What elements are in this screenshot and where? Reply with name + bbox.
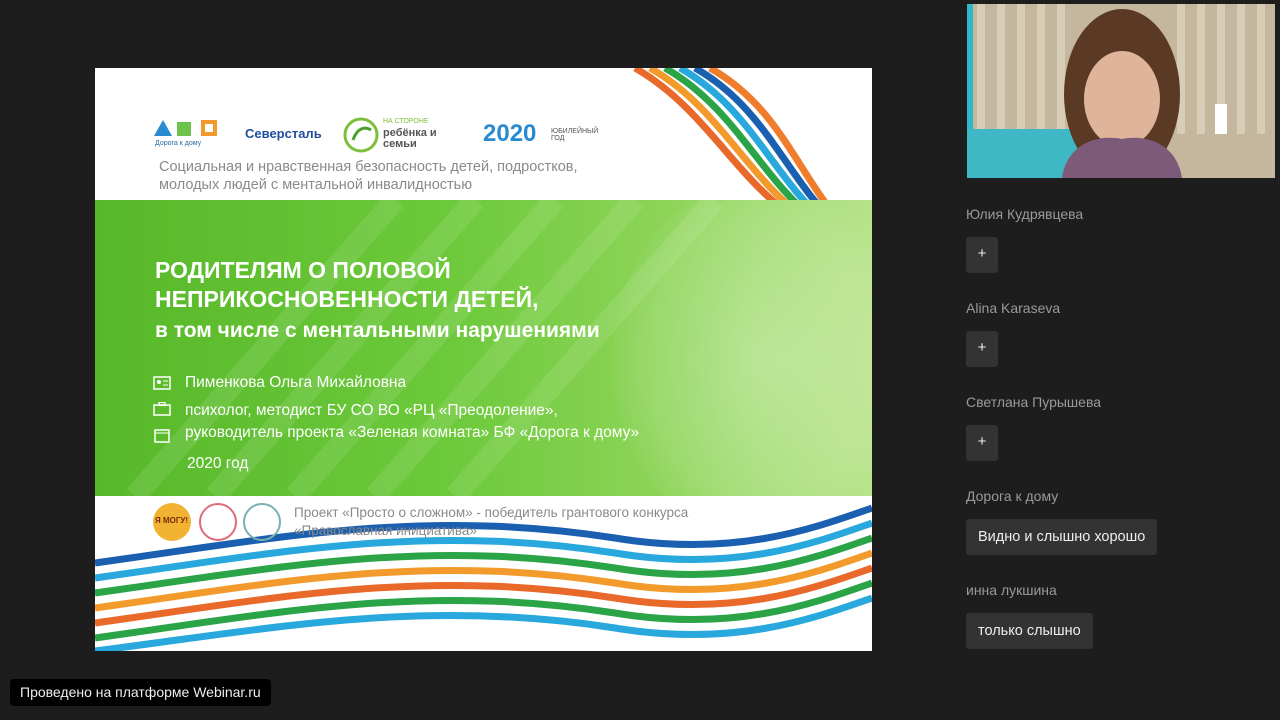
participant-name: инна лукшина xyxy=(966,582,1057,598)
add-participant-button[interactable]: + xyxy=(966,237,998,273)
participant-message[interactable]: Видно и слышно хорошо xyxy=(966,519,1158,555)
dove-logo xyxy=(243,503,281,541)
slide-year: 2020 год xyxy=(187,455,249,472)
hearts-logo xyxy=(199,503,237,541)
speaker-video[interactable] xyxy=(967,4,1275,178)
participant-message[interactable]: только слышно xyxy=(966,613,1093,649)
participant-name: Дорога к дому xyxy=(966,488,1059,504)
severstal-logo: Северсталь xyxy=(245,126,322,141)
child-photo-overlay xyxy=(612,200,872,496)
title-line-3: в том числе с ментальными нарушениями xyxy=(155,319,600,342)
na-storone-logo: НА СТОРОНЕ ребёнка и семьи xyxy=(343,116,463,156)
slide-footer: Проект «Просто о сложном» - победитель г… xyxy=(294,504,764,540)
author-name: Пименкова Ольга Михайловна xyxy=(185,374,407,391)
author-position-2: руководитель проекта «Зеленая комната» Б… xyxy=(185,424,640,441)
add-participant-button[interactable]: + xyxy=(966,425,998,461)
title-band: РОДИТЕЛЯМ О ПОЛОВОЙ НЕПРИКОСНОВЕННОСТИ Д… xyxy=(95,200,872,496)
speaker-video-frame xyxy=(967,4,1275,178)
participant-name: Alina Karaseva xyxy=(966,300,1061,316)
ya-mogu-logo: Я МОГУ! xyxy=(153,503,191,541)
footer-line-2: «Православная инициатива» xyxy=(294,523,477,538)
title-line-1: РОДИТЕЛЯМ О ПОЛОВОЙ xyxy=(155,257,451,283)
calendar-icon xyxy=(154,429,170,443)
add-participant-button[interactable]: + xyxy=(966,331,998,367)
author-position-1: психолог, методист БУ СО ВО «РЦ «Преодол… xyxy=(185,402,558,419)
id-card-icon xyxy=(153,376,171,390)
participant-name: Юлия Кудрявцева xyxy=(966,206,1084,222)
briefcase-icon xyxy=(153,402,171,416)
slide-subtitle: Социальная и нравственная безопасность д… xyxy=(159,159,578,193)
dorogadomu-logo: Дорога к дому xyxy=(153,116,223,156)
participant-name: Светлана Пурышева xyxy=(966,394,1102,410)
footer-line-1: Проект «Просто о сложном» - победитель г… xyxy=(294,505,689,520)
presentation-slide: Дорога к дому Северсталь НА СТОРОНЕ ребё… xyxy=(95,68,872,651)
slide-title: РОДИТЕЛЯМ О ПОЛОВОЙ НЕПРИКОСНОВЕННОСТИ Д… xyxy=(155,256,600,345)
title-line-2: НЕПРИКОСНОВЕННОСТИ ДЕТЕЙ, xyxy=(155,286,539,312)
platform-badge[interactable]: Проведено на платформе Webinar.ru xyxy=(10,679,271,706)
jubilee-logo: 2020 ЮБИЛЕЙНЫЙ ГОД xyxy=(483,120,599,147)
